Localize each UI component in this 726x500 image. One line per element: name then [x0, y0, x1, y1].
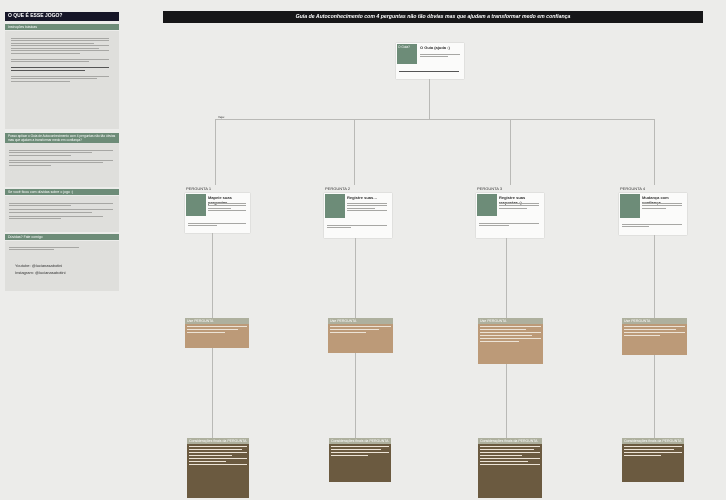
question-1-use-title: Use PERGUNTA: [185, 318, 249, 324]
question-1-tag: [186, 194, 206, 216]
root-connector-horizontal: [215, 119, 655, 120]
sidebar-title: O QUE É ESSE JOGO?: [5, 12, 119, 21]
root-label: O Guia?: [397, 44, 417, 64]
question-2-final-card[interactable]: Considerações finais da PERGUNTA: [329, 438, 391, 482]
contact-instagram[interactable]: Instagram: @lucianasabotini: [15, 270, 66, 275]
question-2-use-title: Use PERGUNTA: [328, 318, 393, 324]
root-connector-label: Veja:: [218, 115, 225, 119]
question-1-final-title: Considerações finais da PERGUNTA: [187, 438, 249, 444]
question-2-label: PERGUNTA 2: [325, 186, 351, 191]
question-3-final-title: Considerações finais da PERGUNTA: [478, 438, 542, 444]
question-2-tag: [325, 194, 345, 218]
instructions-text-lines: [11, 36, 109, 83]
sidebar-section-doubts-header: Se você ficou com dúvidas sobre o jogo :…: [5, 189, 119, 195]
root-card[interactable]: O Guia? O Guia (ajuda :): [396, 43, 464, 79]
question-2-use-card[interactable]: Use PERGUNTA: [328, 318, 393, 353]
question-3-use-card[interactable]: Use PERGUNTA: [478, 318, 543, 364]
question-2-card[interactable]: Registre suas…: [324, 193, 392, 238]
question-3-label: PERGUNTA 3: [477, 186, 503, 191]
question-3-tag: [477, 194, 497, 216]
question-4-label: PERGUNTA 4: [620, 186, 646, 191]
page-title: Guia de Autoconhecimento com 4 perguntas…: [163, 11, 703, 23]
question-4-card[interactable]: Mudança com confiança: [619, 193, 687, 235]
root-card-title: O Guia (ajuda :): [420, 45, 450, 50]
question-1-label: PERGUNTA 1: [186, 186, 212, 191]
question-4-tag: [620, 194, 640, 218]
contact-youtube[interactable]: Youtube: @lucianasabotini: [15, 263, 62, 268]
question-4-final-title: Considerações finais da PERGUNTA: [622, 438, 684, 444]
question-4-use-title: Use PERGUNTA: [622, 318, 687, 324]
question-1-card[interactable]: Mapeie suas perguntas: [185, 193, 250, 233]
question-3-use-title: Use PERGUNTA: [478, 318, 543, 324]
sidebar-section-apply-header: Posso aplicar o Guia de Autoconhecimento…: [5, 133, 119, 143]
question-4-use-card[interactable]: Use PERGUNTA: [622, 318, 687, 355]
sidebar-doubts-panel: [5, 196, 119, 232]
sidebar-section-contact-header: Dúvidas? Fale comigo: [5, 234, 119, 240]
question-3-final-card[interactable]: Considerações finais da PERGUNTA: [478, 438, 542, 498]
question-3-card[interactable]: Registre suas respostas :): [476, 193, 544, 238]
question-1-final-card[interactable]: Considerações finais da PERGUNTA: [187, 438, 249, 498]
question-4-final-card[interactable]: Considerações finais da PERGUNTA: [622, 438, 684, 482]
sidebar-contact-panel: Youtube: @lucianasabotini Instagram: @lu…: [5, 241, 119, 291]
sidebar-section-instructions-header: Instruções básicas: [5, 24, 119, 30]
root-connector-vertical: [429, 79, 430, 119]
question-1-use-card[interactable]: Use PERGUNTA: [185, 318, 249, 348]
question-2-card-title: Registre suas…: [347, 195, 378, 200]
sidebar-apply-panel: [5, 143, 119, 187]
sidebar-instructions-panel: [5, 31, 119, 129]
question-2-final-title: Considerações finais da PERGUNTA: [329, 438, 391, 444]
